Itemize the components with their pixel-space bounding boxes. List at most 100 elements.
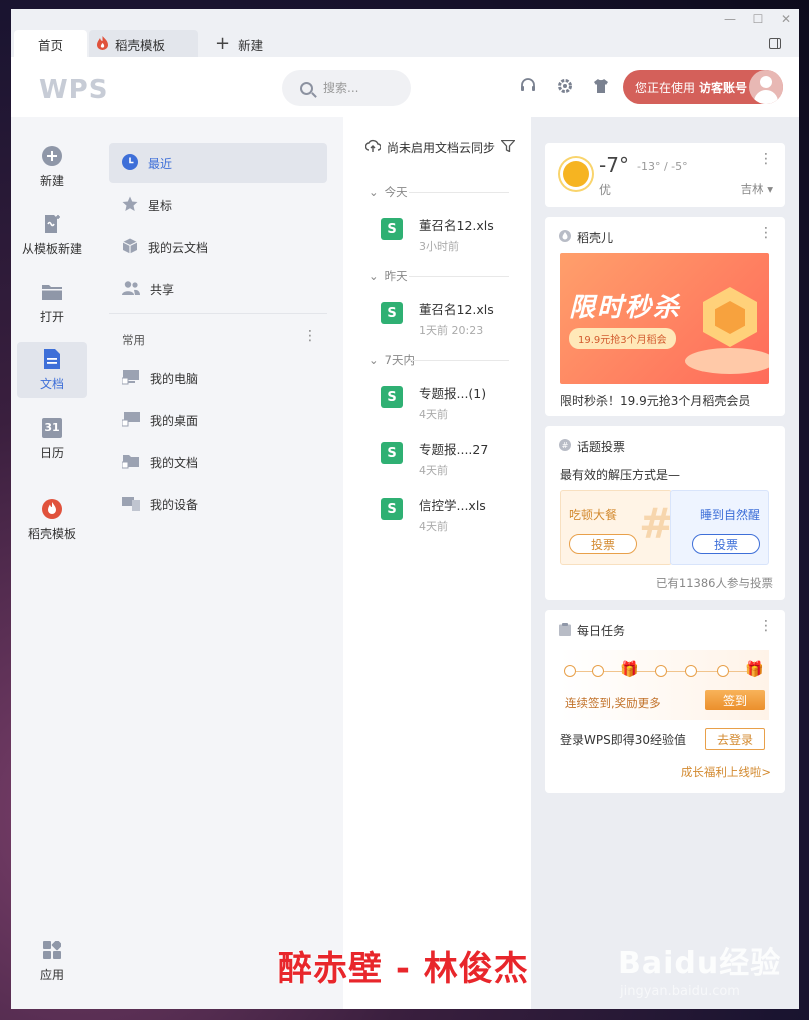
- streak-text: 连续签到,奖励更多: [565, 696, 661, 710]
- nav-documents[interactable]: 文档: [17, 342, 87, 398]
- signin-button[interactable]: 签到: [705, 690, 765, 710]
- nav-apps[interactable]: 应用: [17, 933, 87, 989]
- folder-icon: [121, 453, 140, 472]
- weather-temp: -7°: [599, 153, 629, 177]
- item-label: 我的文档: [150, 455, 199, 470]
- tab-label: 首页: [37, 37, 63, 53]
- account-button[interactable]: 您正在使用 访客账号: [623, 70, 783, 104]
- promo-banner[interactable]: 限时秒杀 19.9元抢3个月稻会: [560, 253, 769, 384]
- spreadsheet-icon: S: [381, 498, 403, 520]
- file-item[interactable]: S 董召名12.xls 1天前 20:23: [381, 299, 494, 338]
- nav-starred[interactable]: 星标: [109, 185, 327, 225]
- tab-docer-templates[interactable]: 稻壳模板: [89, 30, 198, 58]
- search-input[interactable]: [323, 81, 393, 95]
- filter-icon[interactable]: [500, 139, 516, 155]
- minimize-button[interactable]: —: [723, 12, 737, 26]
- card-title: 每日任务: [559, 622, 625, 639]
- nav-label: 打开: [39, 309, 64, 324]
- card-title-text: 话题投票: [577, 440, 626, 454]
- vote-button-a[interactable]: 投票: [569, 534, 637, 554]
- spreadsheet-icon: S: [381, 218, 403, 240]
- login-button[interactable]: 去登录: [705, 728, 765, 750]
- nav-my-desktop[interactable]: 我的桌面: [109, 400, 327, 440]
- city-select[interactable]: 吉林 ▾: [741, 181, 773, 197]
- nav-calendar[interactable]: 31 日历: [17, 411, 87, 467]
- calendar-icon-text: 31: [44, 421, 60, 434]
- document-icon: [42, 348, 62, 369]
- file-item[interactable]: S 专题报....27 4天前: [381, 439, 488, 478]
- group-label: 昨天: [384, 269, 408, 283]
- nav-cloud-docs[interactable]: 我的云文档: [109, 227, 327, 267]
- header: WPS 您正在使用 访客账号: [11, 57, 799, 117]
- banner-title: 限时秒杀: [569, 293, 682, 323]
- nav-my-documents[interactable]: 我的文档: [109, 442, 327, 482]
- item-label: 我的桌面: [150, 413, 199, 428]
- login-reward-text: 登录WPS即得30经验值: [560, 733, 686, 747]
- growth-benefits-link[interactable]: 成长福利上线啦>: [681, 764, 771, 780]
- more-options-icon[interactable]: ⋮: [759, 151, 773, 167]
- nav-new-from-template[interactable]: 从模板新建: [17, 207, 87, 263]
- nav-shared[interactable]: 共享: [109, 269, 327, 309]
- divider: [409, 192, 509, 193]
- nav-open[interactable]: 打开: [17, 275, 87, 331]
- group-yesterday[interactable]: ⌄ 昨天: [369, 268, 408, 284]
- docer-card: 稻壳儿 ⋮ 限时秒杀 19.9元抢3个月稻会 限时秒杀！19.9元抢3个月稻壳会…: [545, 217, 785, 416]
- nav-recent[interactable]: 最近: [109, 143, 327, 183]
- users-icon: [122, 280, 140, 299]
- more-options-icon[interactable]: ⋮: [303, 328, 317, 344]
- spreadsheet-icon: S: [381, 386, 403, 408]
- more-options-icon[interactable]: ⋮: [759, 618, 773, 634]
- skin-shirt-icon[interactable]: [592, 77, 610, 99]
- cloud-cube-icon: [122, 238, 138, 257]
- poll-card: # 话题投票 最有效的解压方式是— 吃顿大餐 投票 # 睡到自然醒 投票 已有1…: [545, 426, 785, 600]
- weather-card: -7° -13° / -5° 优 吉林 ▾ ⋮: [545, 143, 785, 207]
- weather-range: -13° / -5°: [637, 160, 688, 173]
- nav-docer-templates[interactable]: 稻壳模板: [17, 492, 87, 548]
- banner-pill: 19.9元抢3个月稻会: [569, 328, 676, 349]
- item-label: 共享: [150, 282, 175, 297]
- title-bar: 首页 稻壳模板 + 新建 — ☐ ✕: [11, 9, 799, 58]
- desktop-icon: [121, 411, 140, 430]
- nav-my-computer[interactable]: 我的电脑: [109, 358, 327, 398]
- baidu-watermark-url: jingyan.baidu.com: [620, 984, 740, 999]
- item-label: 我的设备: [150, 497, 199, 512]
- file-item[interactable]: S 专题报...(1) 4天前: [381, 383, 486, 422]
- vote-button-b[interactable]: 投票: [692, 534, 760, 554]
- banner-caption[interactable]: 限时秒杀！19.9元抢3个月稻壳会员: [560, 392, 750, 409]
- gear-icon[interactable]: [556, 77, 574, 99]
- daily-tasks-card: 每日任务 ⋮ 🎁 🎁 连续签到,奖励更多 签到 登录WPS即得30经验值 去登录…: [545, 610, 785, 793]
- close-button[interactable]: ✕: [779, 12, 793, 26]
- group-today[interactable]: ⌄ 今天: [369, 184, 408, 200]
- search-box[interactable]: [282, 70, 411, 106]
- calendar-icon: 31: [42, 417, 62, 438]
- tab-new[interactable]: + 新建: [215, 30, 263, 58]
- divider: [409, 360, 509, 361]
- nav-my-devices[interactable]: 我的设备: [109, 484, 327, 524]
- nav-new[interactable]: 新建: [17, 139, 87, 195]
- cloud-icon: [364, 139, 382, 156]
- item-label: 最近: [148, 156, 173, 171]
- search-icon: [300, 81, 313, 95]
- lyric-overlay: 醉赤壁 - 林俊杰: [278, 949, 529, 989]
- side-panel-icon[interactable]: [769, 38, 781, 49]
- chevron-down-icon: ⌄: [369, 185, 379, 199]
- file-item[interactable]: S 信控学...xls 4天前: [381, 495, 486, 534]
- file-time: 4天前: [419, 520, 448, 533]
- plus-icon: +: [215, 33, 231, 54]
- card-title: # 话题投票: [559, 438, 625, 455]
- headset-icon[interactable]: [519, 77, 537, 99]
- file-item[interactable]: S 董召名12.xls 3小时前: [381, 215, 494, 254]
- cloud-sync-status[interactable]: 尚未启用文档云同步: [364, 139, 516, 156]
- tab-home[interactable]: 首页: [14, 30, 87, 58]
- plus-circle-icon: [42, 145, 62, 166]
- avatar[interactable]: [749, 70, 783, 104]
- item-label: 星标: [148, 198, 173, 213]
- day-dot: [685, 665, 697, 677]
- account-prefix: 您正在使用: [635, 80, 696, 95]
- window-controls: — ☐ ✕: [723, 12, 793, 26]
- poll-participant-count: 已有11386人参与投票: [655, 576, 773, 590]
- more-options-icon[interactable]: ⋮: [759, 225, 773, 241]
- divider: [409, 276, 509, 277]
- card-title-text: 稻壳儿: [577, 231, 614, 245]
- maximize-button[interactable]: ☐: [751, 12, 765, 26]
